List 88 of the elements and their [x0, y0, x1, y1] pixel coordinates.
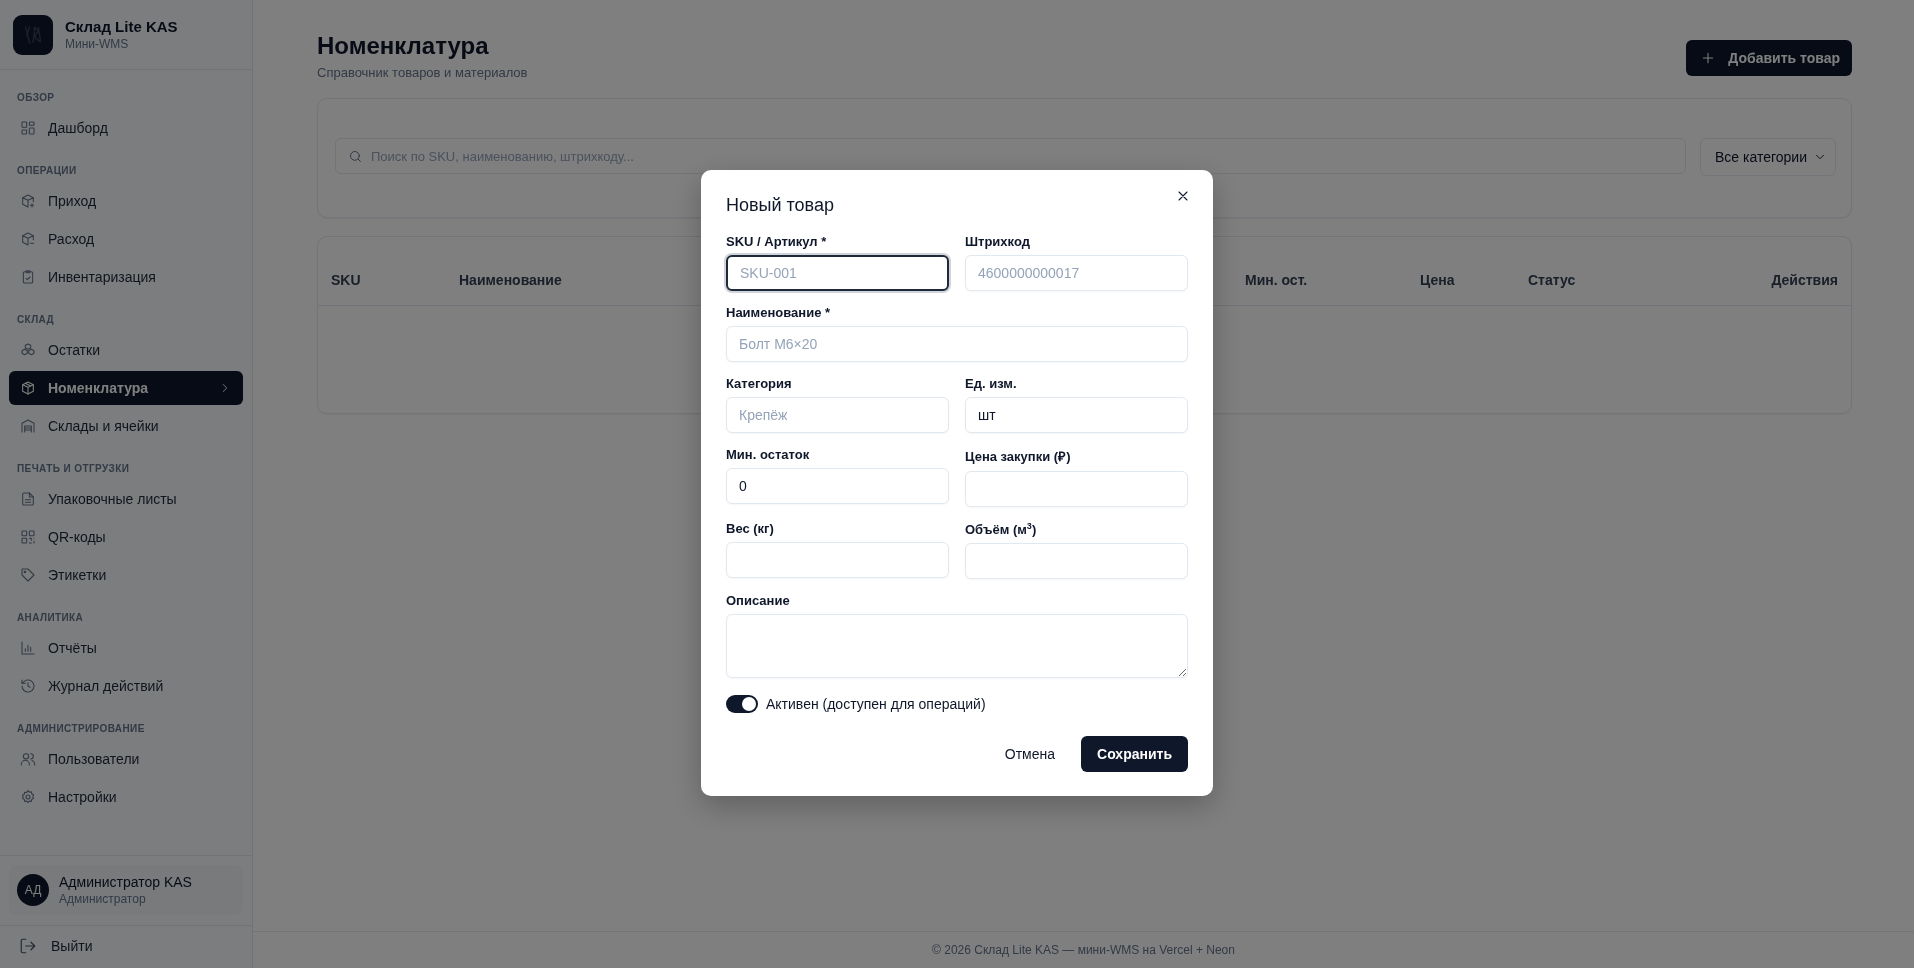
- field-label: Категория: [726, 376, 793, 391]
- bar-chart-icon: [20, 640, 36, 656]
- warehouse-icon: [20, 418, 36, 434]
- logout-icon: [19, 937, 37, 955]
- nav-label: Упаковочные листы: [48, 491, 177, 507]
- settings-icon: [20, 789, 36, 805]
- nav-label: Инвентаризация: [48, 269, 156, 285]
- nav-item[interactable]: Номенклатура: [9, 371, 243, 405]
- column-header: Мин. ост.: [1245, 272, 1308, 288]
- field-label: Объём (м$^{3}$): [965, 521, 1038, 538]
- app-subtitle: Мини-WMS: [65, 37, 130, 51]
- field-label: Ед. изм.: [965, 376, 1018, 391]
- section-heading: ПЕЧАТЬ И ОТГРУЗКИ: [16, 462, 131, 476]
- box-minus-icon: [20, 231, 36, 247]
- cancel-button[interactable]: Отмена: [988, 736, 1072, 773]
- nav-label: Этикетки: [48, 567, 107, 583]
- field-label: SKU / Артикул *: [726, 234, 828, 249]
- description-field[interactable]: [726, 614, 1188, 679]
- nav-label: Приход: [48, 193, 97, 209]
- column-header: Статус: [1528, 272, 1576, 288]
- nav-label: Журнал действий: [48, 678, 164, 694]
- section-heading: АДМИНИСТРИРОВАНИЕ: [16, 722, 146, 736]
- section-heading: АНАЛИТИКА: [16, 611, 85, 625]
- user-card[interactable]: АД Администратор KAS Администратор: [9, 865, 243, 915]
- users-icon: [20, 751, 36, 767]
- document-icon: [20, 491, 36, 507]
- field-label: Цена закупки (₽): [965, 448, 1072, 465]
- dialog-title: Новый товар: [726, 195, 834, 216]
- footer-text: © 2026 Склад Lite KAS — мини-WMS на Vercel + Neon: [253, 931, 1914, 968]
- history-icon: [20, 678, 36, 694]
- box-icon: [20, 380, 36, 396]
- nav-label: Настройки: [48, 789, 117, 805]
- field-label: Описание: [726, 593, 791, 609]
- search-icon: [348, 148, 363, 164]
- nav-label: Номенклатура: [48, 380, 149, 396]
- clipboard-icon: [20, 269, 36, 285]
- nav-label: QR-коды: [48, 529, 106, 545]
- user-role: Администратор: [59, 892, 147, 906]
- nav-item[interactable]: Отчёты: [9, 631, 243, 665]
- nav-label: Склады и ячейки: [48, 418, 159, 434]
- column-header: SKU: [331, 272, 361, 288]
- user-name: Администратор KAS: [59, 874, 192, 890]
- tag-icon: [20, 567, 36, 583]
- toggle-label: Активен (доступен для операций): [766, 696, 986, 713]
- box-plus-icon: [20, 193, 36, 209]
- app-title: Склад Lite KAS: [65, 18, 178, 35]
- field-label: Наименование *: [726, 305, 832, 320]
- nav-item[interactable]: Журнал действий: [9, 669, 243, 703]
- toggle-switch[interactable]: [726, 695, 758, 714]
- add-product-button[interactable]: Добавить товар: [1686, 40, 1852, 76]
- field-label: Вес (кг): [726, 521, 775, 536]
- nav-item[interactable]: Упаковочные листы: [9, 482, 243, 516]
- category-dropdown[interactable]: Все категории: [1700, 138, 1836, 176]
- nav-label: Отчёты: [48, 640, 97, 656]
- text-field[interactable]: шт: [965, 397, 1188, 433]
- nav-item[interactable]: Инвентаризация: [9, 260, 243, 294]
- text-field[interactable]: 0: [726, 468, 949, 504]
- nav-item[interactable]: Приход: [9, 184, 243, 218]
- nav-item[interactable]: Этикетки: [9, 558, 243, 592]
- page-title: Номенклатура: [317, 32, 490, 60]
- nav-item[interactable]: Дашборд: [9, 111, 243, 145]
- user-avatar: АД: [17, 874, 49, 906]
- field-label: Мин. остаток: [726, 447, 811, 462]
- column-header: Цена: [1420, 272, 1455, 288]
- section-heading: ОБЗОР: [16, 91, 56, 105]
- boxes-icon: [20, 342, 36, 358]
- nav-item[interactable]: Пользователи: [9, 742, 243, 776]
- nav-item[interactable]: QR-коды: [9, 520, 243, 554]
- save-button[interactable]: Сохранить: [1081, 736, 1188, 773]
- nav-label: Расход: [48, 231, 95, 247]
- section-heading: СКЛАД: [16, 313, 56, 327]
- column-header: Действия: [1771, 272, 1838, 288]
- nav-item[interactable]: Настройки: [9, 780, 243, 814]
- app-logo: [13, 14, 53, 55]
- nav-item[interactable]: Расход: [9, 222, 243, 256]
- section-heading: ОПЕРАЦИИ: [16, 164, 78, 178]
- nav-label: Пользователи: [48, 751, 140, 767]
- field-label: Штрихкод: [965, 234, 1031, 249]
- page-subtitle: Справочник товаров и материалов: [317, 65, 528, 80]
- nav-item[interactable]: Склады и ячейки: [9, 409, 243, 443]
- text-field[interactable]: SKU-001: [726, 255, 949, 291]
- nav-label: Остатки: [48, 342, 100, 358]
- nav-item[interactable]: Остатки: [9, 333, 243, 367]
- qr-code-icon: [20, 529, 36, 545]
- logout-button[interactable]: Выйти: [0, 925, 252, 968]
- column-header: Наименование: [459, 272, 562, 288]
- nav-label: Дашборд: [48, 120, 108, 136]
- grid-icon: [20, 120, 36, 136]
